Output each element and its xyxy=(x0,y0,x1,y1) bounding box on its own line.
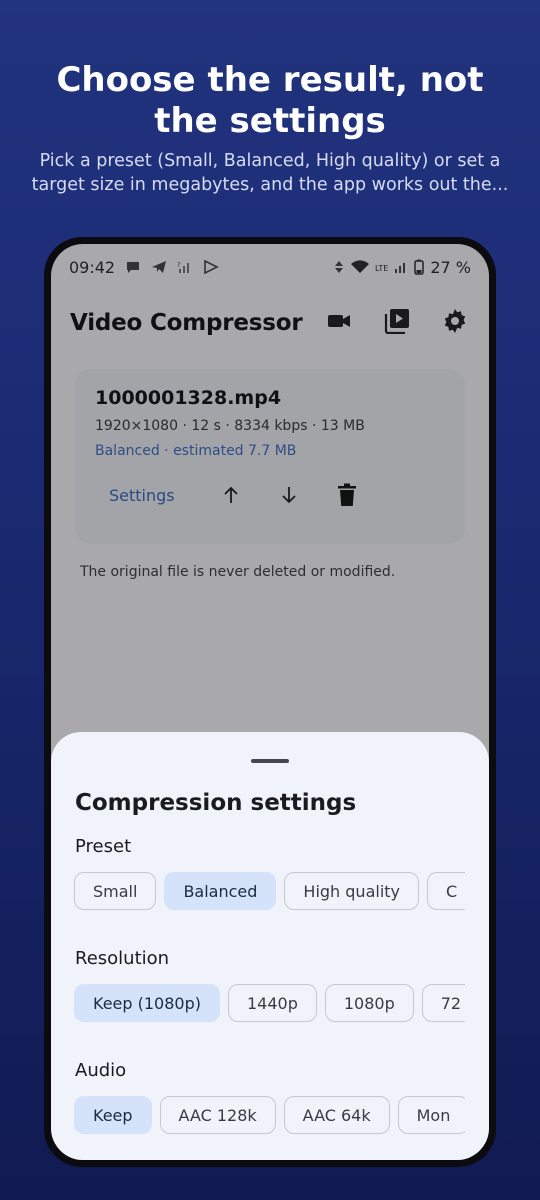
status-time: 09:42 xyxy=(69,257,116,277)
gear-icon[interactable] xyxy=(441,307,469,335)
info-note: The original file is never deleted or mo… xyxy=(80,564,396,580)
signal-no-data-icon: ? xyxy=(177,261,190,273)
phone-frame: 09:42 ? LTE 27 % Video Compressor 100000… xyxy=(44,237,496,1167)
audio-chip-aac-64k[interactable]: AAC 64k xyxy=(283,1096,390,1134)
resolution-label: Resolution xyxy=(75,948,170,969)
settings-button[interactable]: Settings xyxy=(95,480,189,511)
audio-chip-aac-128k[interactable]: AAC 128k xyxy=(159,1096,276,1134)
resolution-chip-720p[interactable]: 72 xyxy=(421,984,465,1022)
battery-icon xyxy=(414,259,425,275)
preset-chip-row[interactable]: Small Balanced High quality C xyxy=(74,872,465,910)
compression-settings-sheet: Compression settings Preset Small Balanc… xyxy=(51,732,489,1160)
arrow-down-icon xyxy=(281,487,296,504)
resolution-chip-row[interactable]: Keep (1080p) 1440p 1080p 72 xyxy=(74,984,465,1022)
preset-chip-custom[interactable]: C xyxy=(427,872,465,910)
audio-chip-row[interactable]: Keep AAC 128k AAC 64k Mon xyxy=(74,1096,465,1134)
preset-label: Preset xyxy=(75,836,132,857)
network-type: LTE xyxy=(375,263,389,273)
move-up-button[interactable] xyxy=(213,477,249,513)
preset-chip-balanced[interactable]: Balanced xyxy=(164,872,277,910)
video-file-card: 1000001328.mp4 1920×1080 · 12 s · 8334 k… xyxy=(75,369,465,544)
status-bar: 09:42 ? LTE 27 % xyxy=(51,244,489,290)
audio-chip-keep[interactable]: Keep xyxy=(74,1096,152,1134)
audio-chip-mono[interactable]: Mon xyxy=(397,1096,465,1134)
preset-chip-high-quality[interactable]: High quality xyxy=(284,872,419,910)
play-store-icon xyxy=(204,260,219,274)
trash-icon xyxy=(337,483,356,506)
svg-text:?: ? xyxy=(177,261,181,269)
resolution-chip-keep[interactable]: Keep (1080p) xyxy=(74,984,220,1022)
promo-headline: Choose the result, not the settings xyxy=(56,60,484,141)
file-info: 1920×1080 · 12 s · 8334 kbps · 13 MB xyxy=(95,418,365,434)
wifi-icon xyxy=(351,260,370,273)
cell-signal-icon xyxy=(395,263,406,273)
app-title: Video Compressor xyxy=(70,310,303,336)
audio-label: Audio xyxy=(75,1060,127,1081)
file-name: 1000001328.mp4 xyxy=(95,387,282,409)
size-estimate: Balanced · estimated 7.7 MB xyxy=(95,443,297,459)
data-arrows-icon xyxy=(335,261,344,273)
chat-bubble-icon xyxy=(127,262,140,273)
delete-button[interactable] xyxy=(329,477,365,513)
sheet-title: Compression settings xyxy=(75,790,357,816)
video-library-icon[interactable] xyxy=(383,307,411,335)
arrow-up-icon xyxy=(223,486,238,503)
video-camera-icon[interactable] xyxy=(325,307,353,335)
promo-subhead: Pick a preset (Small, Balanced, High qua… xyxy=(31,151,509,195)
sheet-drag-handle[interactable] xyxy=(251,759,289,763)
phone-screen: 09:42 ? LTE 27 % Video Compressor 100000… xyxy=(51,244,489,1160)
telegram-icon xyxy=(152,261,167,273)
resolution-chip-1440p[interactable]: 1440p xyxy=(227,984,317,1022)
battery-percent: 27 % xyxy=(430,257,471,277)
app-bar: Video Compressor xyxy=(51,299,489,347)
resolution-chip-1080p[interactable]: 1080p xyxy=(324,984,414,1022)
move-down-button[interactable] xyxy=(271,477,307,513)
preset-chip-small[interactable]: Small xyxy=(74,872,157,910)
